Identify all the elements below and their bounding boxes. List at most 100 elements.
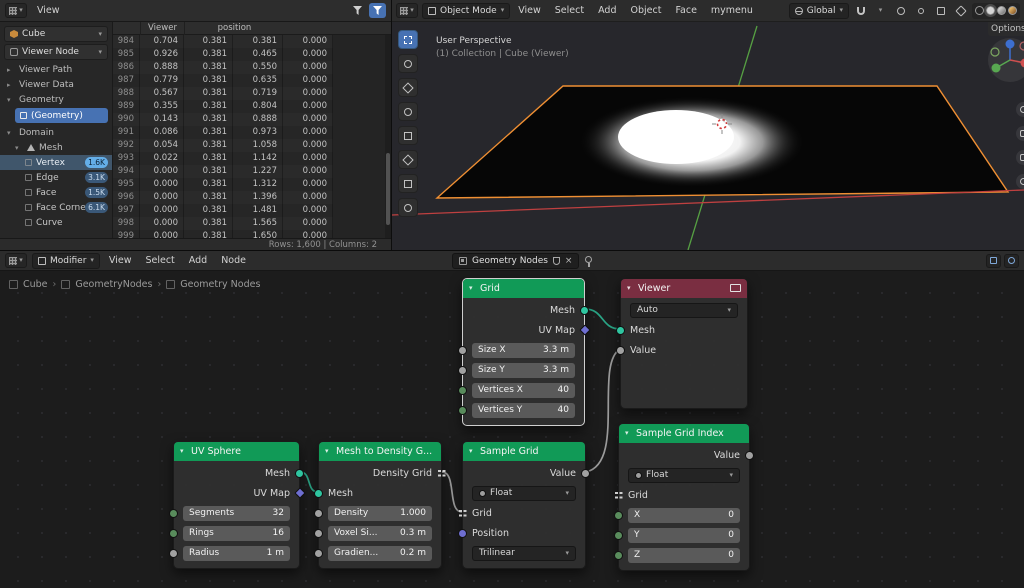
field-y[interactable]: Y0 (628, 528, 740, 543)
sidebar-section-geometry[interactable]: ▾Geometry (0, 92, 112, 107)
table-row[interactable]: 9840.7040.3810.3810.000 (113, 35, 333, 48)
node-viewer[interactable]: ▾ViewerAuto▾MeshValue (620, 278, 748, 409)
snap-magnet-icon[interactable] (852, 3, 869, 18)
input-socket-grid[interactable] (614, 491, 623, 500)
shading-rendered-icon[interactable] (1008, 6, 1017, 15)
input-socket-float[interactable] (616, 346, 625, 355)
output-socket-grid[interactable] (437, 469, 446, 478)
options-dropdown[interactable]: Options ▾ (988, 22, 1024, 36)
transform-orientation-dropdown[interactable]: Global ▾ (789, 3, 849, 19)
sidebar-item-mesh[interactable]: ▾Mesh (0, 140, 112, 155)
collapse-chevron-icon[interactable]: ▾ (627, 279, 631, 298)
node-header-viewer[interactable]: ▾Viewer (621, 279, 747, 298)
camera-view-icon[interactable] (1016, 150, 1024, 165)
menu-select[interactable]: Select (138, 255, 181, 266)
breadcrumb-item-geometry-nodes[interactable]: Geometry Nodes (180, 279, 260, 290)
input-socket-int[interactable] (614, 531, 623, 540)
tool-cursor[interactable] (398, 54, 418, 73)
tool-select-box[interactable] (398, 30, 418, 49)
field-size-x[interactable]: Size X3.3 m (472, 343, 575, 358)
menu-view[interactable]: View (102, 255, 139, 266)
scrollbar-thumb[interactable] (386, 153, 390, 225)
context-selector-dropdown[interactable]: Modifier ▾ (32, 253, 100, 269)
collapse-chevron-icon[interactable]: ▾ (469, 442, 473, 461)
column-header-viewer[interactable]: Viewer (140, 22, 184, 35)
field-gradien[interactable]: Gradien...0.2 m (328, 546, 432, 561)
node-uv-sphere[interactable]: ▾UV SphereMeshUV MapSegments32Rings16Rad… (173, 441, 300, 569)
proportional-edit-icon[interactable] (892, 3, 909, 18)
filter-sort-icon[interactable] (349, 3, 366, 18)
mode-dropdown[interactable]: Object Mode ▾ (422, 3, 510, 19)
node-header-sample-grid-index[interactable]: ▾Sample Grid Index (619, 424, 749, 443)
node-mesh-to-density[interactable]: ▾Mesh to Density G...Density GridMeshDen… (318, 441, 442, 569)
domain-row-vertex[interactable]: Vertex1.6K (0, 155, 112, 170)
column-header-position[interactable]: position (184, 22, 284, 35)
sidebar-item-viewer-data[interactable]: ▸Viewer Data (0, 77, 112, 92)
collapse-chevron-icon[interactable]: ▾ (625, 424, 629, 443)
field-voxel-si[interactable]: Voxel Si...0.3 m (328, 526, 432, 541)
object-selector[interactable]: Cube ▾ (4, 26, 108, 42)
toggle-perspective-icon[interactable] (1016, 174, 1024, 189)
editor-type-icon[interactable]: ▾ (396, 3, 418, 18)
collapse-chevron-icon[interactable]: ▾ (469, 279, 473, 298)
input-socket-grid[interactable] (458, 509, 467, 518)
xray-toggle-icon[interactable] (952, 3, 969, 18)
table-row[interactable]: 9910.0860.3810.9730.000 (113, 126, 333, 139)
field-segments[interactable]: Segments32 (183, 506, 290, 521)
table-row[interactable]: 9920.0540.3811.0580.000 (113, 139, 333, 152)
output-socket-geometry[interactable] (580, 306, 589, 315)
input-socket-int[interactable] (169, 509, 178, 518)
domain-row-face-corner[interactable]: Face Corner6.1K (0, 200, 112, 215)
pin-icon[interactable] (585, 256, 592, 263)
axis-y-handle[interactable] (992, 64, 1001, 73)
menu-select[interactable]: Select (548, 5, 591, 16)
menu-object[interactable]: Object (623, 5, 668, 16)
node-sample-grid[interactable]: ▾Sample GridValueFloat▾GridPositionTrili… (462, 441, 586, 569)
input-socket-float[interactable] (458, 346, 467, 355)
pan-hand-icon[interactable] (1016, 126, 1024, 141)
input-socket-int[interactable] (169, 529, 178, 538)
field-radius[interactable]: Radius1 m (183, 546, 290, 561)
sidebar-section-domain[interactable]: ▾Domain (0, 125, 112, 140)
node-canvas[interactable]: Cube›GeometryNodes›Geometry Nodes ▾GridM… (0, 271, 1024, 588)
viewport-3d[interactable]: ▾ Object Mode ▾ ViewSelectAddObjectFacem… (392, 0, 1024, 250)
input-socket-int[interactable] (614, 511, 623, 520)
snap-node-icon[interactable] (986, 254, 1001, 268)
output-socket-float[interactable] (745, 451, 754, 460)
node-header-grid[interactable]: ▾Grid (463, 279, 584, 298)
dropdown-float[interactable]: Float▾ (628, 468, 740, 483)
node-header-mesh-to-density[interactable]: ▾Mesh to Density G... (319, 442, 441, 461)
table-row[interactable]: 9870.7790.3810.6350.000 (113, 74, 333, 87)
menu-face[interactable]: Face (668, 5, 703, 16)
menu-view[interactable]: View (511, 5, 548, 16)
dropdown-float[interactable]: Float▾ (472, 486, 576, 501)
dropdown-trilinear[interactable]: Trilinear▾ (472, 546, 576, 561)
tool-scale[interactable] (398, 126, 418, 145)
table-row[interactable]: 9930.0220.3811.1420.000 (113, 152, 333, 165)
field-vertices-x[interactable]: Vertices X40 (472, 383, 575, 398)
output-socket-geometry[interactable] (295, 469, 304, 478)
viewer-node-selector[interactable]: Viewer Node ▾ (4, 44, 108, 60)
domain-row-face[interactable]: Face1.5K (0, 185, 112, 200)
field-z[interactable]: Z0 (628, 548, 740, 563)
collapse-chevron-icon[interactable]: ▾ (325, 442, 329, 461)
unlink-icon[interactable]: × (565, 257, 573, 266)
gizmos-toggle-icon[interactable] (912, 3, 929, 18)
breadcrumb-item-cube[interactable]: Cube (23, 279, 48, 290)
editor-type-icon[interactable]: ▾ (5, 3, 27, 18)
table-row[interactable]: 9990.0000.3811.6500.000 (113, 230, 333, 238)
output-socket-float[interactable] (581, 469, 590, 478)
table-row[interactable]: 9980.0000.3811.5650.000 (113, 217, 333, 230)
filter-toggle-icon[interactable] (369, 3, 386, 18)
domain-row-curve[interactable]: Curve (0, 215, 112, 230)
breadcrumb-item-geometrynodes[interactable]: GeometryNodes (75, 279, 152, 290)
output-socket-vector[interactable] (579, 324, 590, 335)
input-socket-float[interactable] (314, 529, 323, 538)
axis-z-handle[interactable] (1006, 40, 1015, 49)
input-socket-vector[interactable] (458, 529, 467, 538)
snap-dropdown[interactable]: ▾ (872, 3, 889, 18)
collapse-chevron-icon[interactable]: ▾ (180, 442, 184, 461)
table-row[interactable]: 9950.0000.3811.3120.000 (113, 178, 333, 191)
node-tree-selector[interactable]: Geometry Nodes × (452, 253, 579, 269)
table-row[interactable]: 9890.3550.3810.8040.000 (113, 100, 333, 113)
